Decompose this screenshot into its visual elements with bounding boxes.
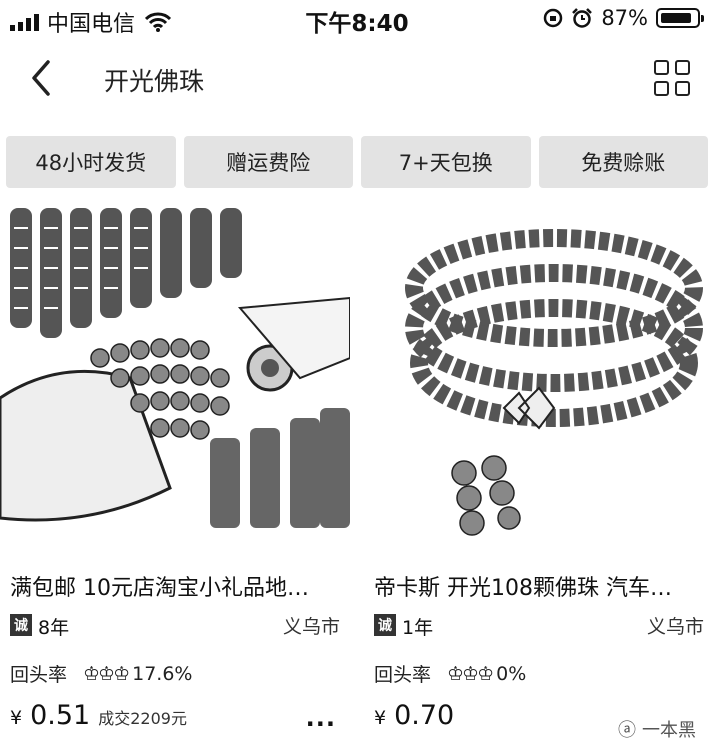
seller-city: 义乌市 — [646, 616, 704, 638]
rate-label: 回头率 — [374, 664, 432, 686]
more-options-icon[interactable]: ... — [306, 704, 336, 732]
status-bar: 中国电信 下午8:40 87% — [0, 0, 714, 38]
battery-percent: 87% — [601, 6, 648, 30]
rate-value: 17.6% — [132, 662, 193, 685]
crown-rating-icon: ♔♔♔ — [447, 662, 494, 685]
repurchase-rate: 回头率 ♔♔♔ 0% — [374, 660, 526, 687]
sold-amount: 成交2209元 — [98, 709, 187, 728]
watermark-icon: ⓐ — [618, 720, 636, 741]
rate-label: 回头率 — [10, 664, 68, 686]
rate-value: 0% — [496, 662, 527, 685]
price-amount: 0.51 — [30, 700, 91, 731]
product-card[interactable]: 帝卡斯 开光108颗佛珠 汽车… 诚 1年 义乌市 回头率 ♔♔♔ 0% ¥ 0… — [364, 208, 714, 754]
product-title[interactable]: 满包邮 10元店淘宝小礼品地… — [10, 570, 346, 602]
seller-meta: 诚 8年 义乌市 — [10, 612, 346, 640]
alarm-icon — [572, 8, 593, 28]
price-amount: 0.70 — [394, 700, 455, 731]
product-grid: 满包邮 10元店淘宝小礼品地… 诚 8年 义乌市 回头率 ♔♔♔ 17.6% ¥… — [0, 208, 714, 754]
product-title[interactable]: 帝卡斯 开光108颗佛珠 汽车… — [374, 570, 710, 602]
filter-chip-7day-exchange[interactable]: 7+天包换 — [361, 136, 531, 188]
seller-badge-icon: 诚 — [10, 614, 32, 636]
repurchase-rate: 回头率 ♔♔♔ 17.6% — [10, 660, 192, 687]
product-card[interactable]: 满包邮 10元店淘宝小礼品地… 诚 8年 义乌市 回头率 ♔♔♔ 17.6% ¥… — [0, 208, 350, 754]
seller-badge-icon: 诚 — [374, 614, 396, 636]
currency-symbol: ¥ — [374, 707, 387, 729]
seller-years: 1年 — [402, 617, 434, 639]
status-right: 87% — [543, 6, 704, 30]
crown-rating-icon: ♔♔♔ — [83, 662, 130, 685]
battery-icon — [656, 8, 704, 28]
nav-bar: 开光佛珠 — [0, 40, 714, 120]
price-row: ¥ 0.70 — [374, 700, 454, 731]
watermark: ⓐ 一本黑 — [618, 716, 696, 742]
currency-symbol: ¥ — [10, 707, 23, 729]
product-image[interactable] — [0, 208, 350, 550]
grid-view-icon[interactable] — [654, 60, 690, 96]
filter-chip-shipping-insurance[interactable]: 赠运费险 — [183, 136, 353, 188]
lock-rotation-icon — [544, 8, 563, 28]
seller-years: 8年 — [38, 617, 70, 639]
price-row: ¥ 0.51 成交2209元 — [10, 700, 187, 731]
filter-chip-free-credit[interactable]: 免费赊账 — [538, 136, 708, 188]
page-title[interactable]: 开光佛珠 — [104, 62, 204, 98]
chevron-left-icon[interactable] — [22, 56, 62, 100]
filter-chip-48h[interactable]: 48小时发货 — [6, 136, 176, 188]
seller-meta: 诚 1年 义乌市 — [374, 612, 710, 640]
product-image[interactable] — [364, 208, 714, 550]
seller-city: 义乌市 — [282, 616, 340, 638]
watermark-text: 一本黑 — [642, 720, 696, 741]
filter-bar: 48小时发货 赠运费险 7+天包换 免费赊账 — [0, 136, 714, 188]
